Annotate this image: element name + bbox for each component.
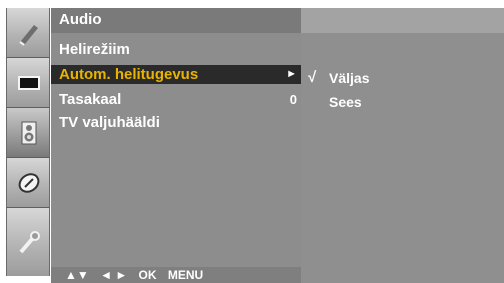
satellite-icon bbox=[19, 25, 38, 46]
option-off[interactable]: √ Väljas bbox=[301, 68, 504, 88]
menu-hint: MENU bbox=[167, 268, 204, 282]
menu-item-balance[interactable]: Tasakaal 0 bbox=[51, 90, 301, 109]
ok-hint: OK bbox=[138, 268, 157, 282]
audio-menu-panel: Audio Helirežiim Autom. helitugevus ► Ta… bbox=[51, 8, 301, 283]
option-on[interactable]: Sees bbox=[301, 92, 504, 112]
avl-options-panel: √ Väljas Sees bbox=[301, 8, 504, 283]
menu-item-sound-mode[interactable]: Helirežiim bbox=[51, 40, 301, 59]
menu-item-label: Tasakaal bbox=[59, 91, 122, 108]
tile-time[interactable] bbox=[7, 158, 49, 208]
option-label: Sees bbox=[329, 94, 362, 110]
tile-setup[interactable] bbox=[7, 8, 49, 58]
checkmark-icon: √ bbox=[308, 69, 317, 86]
speaker-icon bbox=[21, 121, 37, 145]
tile-option[interactable] bbox=[7, 208, 49, 276]
balance-value: 0 bbox=[289, 92, 297, 107]
menu-icon-strip bbox=[6, 8, 50, 276]
option-label: Väljas bbox=[329, 70, 370, 86]
picture-icon bbox=[18, 76, 40, 90]
menu-item-label: Helirežiim bbox=[59, 41, 130, 58]
menu-item-tv-speaker[interactable]: TV valjuhääldi bbox=[51, 113, 301, 132]
menu-item-label: Autom. helitugevus bbox=[59, 66, 199, 83]
tv-osd-screen: Audio Helirežiim Autom. helitugevus ► Ta… bbox=[0, 0, 504, 283]
navigation-hint-bar: ▲▼ ◄ ► OK MENU bbox=[51, 267, 301, 283]
menu-item-label: TV valjuhääldi bbox=[59, 114, 160, 131]
menu-item-avl[interactable]: Autom. helitugevus ► bbox=[51, 65, 301, 84]
wrench-icon bbox=[19, 231, 40, 254]
tile-audio[interactable] bbox=[7, 108, 49, 158]
arrow-right-icon: ► bbox=[286, 68, 297, 80]
up-down-arrows-icon: ▲▼ bbox=[65, 268, 89, 282]
left-right-arrows-icon: ◄ ► bbox=[100, 268, 128, 282]
submenu-header-bar bbox=[301, 8, 504, 33]
clock-icon bbox=[18, 173, 40, 193]
menu-title: Audio bbox=[51, 8, 301, 33]
tile-picture[interactable] bbox=[7, 58, 49, 108]
